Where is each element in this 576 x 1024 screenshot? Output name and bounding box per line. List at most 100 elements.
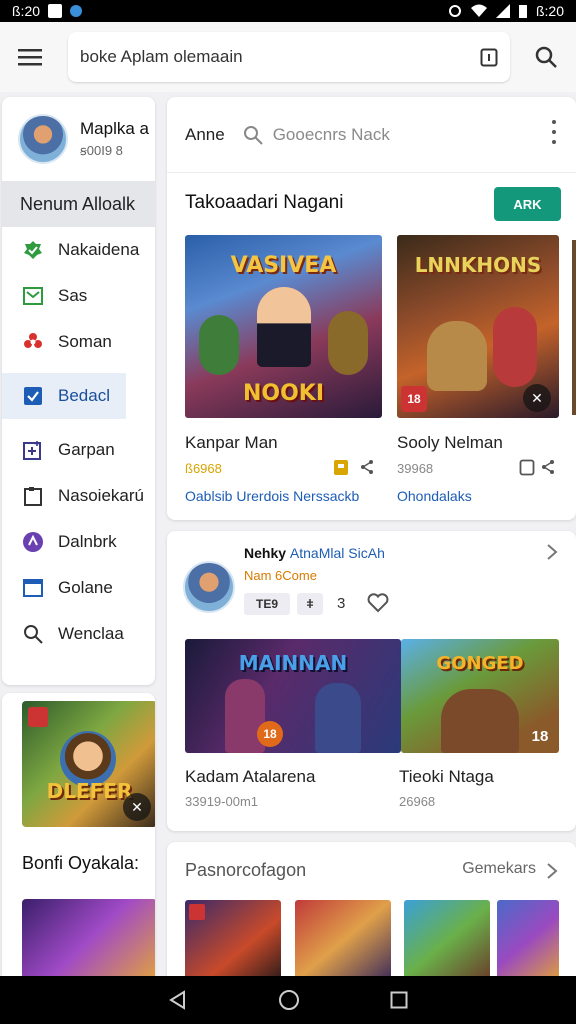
sidebar-item-label: Golane	[58, 578, 113, 597]
app-bar: boke Aplam olemaain	[0, 22, 576, 92]
game-logo: MAINNAN	[238, 651, 348, 675]
tag-chip[interactable]: ǂ	[297, 593, 323, 615]
close-icon[interactable]: ✕	[523, 384, 551, 412]
signal-icon	[495, 4, 510, 18]
chevron-right-icon[interactable]	[546, 543, 558, 561]
age-rating-badge: 18	[257, 721, 283, 747]
status-time: ß:20	[12, 3, 41, 19]
home-icon[interactable]	[278, 989, 300, 1011]
menu-button[interactable]	[0, 22, 60, 92]
game-thumbnail[interactable]: GONGED 18	[401, 639, 559, 753]
add-box-icon	[22, 439, 44, 461]
search-placeholder: Gooecnrs Nack	[272, 124, 390, 144]
system-navigation-bar	[0, 976, 576, 1024]
game-logo: VASIVEA	[230, 253, 337, 278]
sidebar-item-nakaidena[interactable]: Nakaidena	[2, 227, 155, 273]
see-more-link[interactable]: Gemekars	[462, 860, 536, 878]
more-games-card: Pasnorcofagon Gemekars	[167, 842, 576, 982]
game-meta: 33919-00m1	[185, 794, 258, 809]
action-button[interactable]: ARK	[494, 187, 561, 221]
notification-icon	[48, 4, 63, 18]
bookmark-icon[interactable]	[333, 458, 349, 476]
sidebar-item-label: Garpan	[58, 440, 115, 459]
character-art	[199, 315, 239, 375]
chevron-right-icon[interactable]	[546, 862, 558, 880]
sidebar-item-label: Nasoiekarú	[58, 486, 144, 505]
game-title[interactable]: Kanpar Man	[185, 433, 278, 453]
sidebar-item-sas[interactable]: Sas	[2, 273, 155, 319]
author-name: Nehky	[244, 545, 287, 561]
sidebar-item-label: Wenclaa	[58, 624, 124, 643]
game-thumbnail[interactable]	[295, 900, 391, 982]
game-thumbnail[interactable]	[404, 900, 490, 982]
clipboard-icon	[22, 485, 44, 507]
battery-icon	[518, 5, 527, 18]
clipboard-icon[interactable]	[480, 47, 498, 67]
tag-chip[interactable]: TE9	[244, 593, 290, 615]
bookmark-badge	[189, 904, 205, 920]
sidebar-item-garpan[interactable]: Garpan	[2, 427, 155, 473]
share-icon[interactable]	[360, 459, 374, 475]
game-tags[interactable]: Oablsib Urerdois Nerssackb	[185, 488, 359, 504]
badge-circle-icon	[22, 531, 44, 553]
game-thumbnail[interactable]: DLEFER ✕	[22, 701, 155, 827]
recents-icon[interactable]	[390, 991, 408, 1009]
sidebar-item-label: Sas	[58, 286, 88, 305]
character-art	[427, 321, 487, 391]
game-meta: ß6968	[185, 461, 222, 476]
character-art	[493, 307, 537, 387]
character-art	[441, 689, 519, 753]
sidebar-item-label: Nakaidena	[58, 240, 140, 259]
game-meta: 39968	[397, 461, 434, 476]
sidebar-item-bedacl[interactable]: Bedacl	[2, 373, 126, 419]
search-button[interactable]	[526, 37, 566, 77]
game-title[interactable]: Tieoki Ntaga	[399, 767, 494, 787]
sidebar-item-wenclaa[interactable]: Wenclaa	[2, 611, 155, 657]
sidebar-item-dalnbrk[interactable]: Dalnbrk	[2, 519, 155, 565]
search-icon	[243, 125, 263, 145]
card-toolbar: Anne Gooecnrs Nack	[167, 97, 576, 173]
heart-icon[interactable]	[367, 593, 389, 613]
sidebar-item-label: Bedacl	[58, 386, 110, 405]
post-author[interactable]: Nehky AtnaMlal SicAh	[244, 545, 385, 561]
game-thumbnail[interactable]	[185, 900, 281, 982]
section-heading: Takoaadari Nagani	[185, 192, 344, 213]
game-title[interactable]: Sooly Nelman	[397, 433, 503, 453]
section-title: Bonfi Oyakala:	[22, 853, 140, 873]
app-notification-icon	[70, 5, 83, 17]
game-thumbnail[interactable]	[497, 900, 559, 982]
more-options-icon[interactable]	[546, 117, 562, 147]
character-art	[257, 287, 311, 367]
game-thumbnail[interactable]	[22, 899, 155, 979]
card-search-field[interactable]: Gooecnrs Nack	[243, 125, 390, 145]
share-icon[interactable]	[541, 459, 555, 475]
bookmark-icon[interactable]	[519, 458, 535, 476]
game-logo: LNNKHONS	[414, 253, 542, 277]
game-thumbnail[interactable]: LNNKHONS 18 ✕	[397, 235, 559, 418]
game-title[interactable]: Kadam Atalarena	[185, 767, 315, 787]
post-subtitle: Nam 6Come	[244, 568, 317, 583]
age-rating-badge: 18	[531, 727, 549, 745]
sidebar-item-nasoiekaru[interactable]: Nasoiekarú	[2, 473, 155, 519]
check-badge-icon	[22, 239, 44, 261]
game-thumbnail[interactable]: VASIVEA NOOKI	[185, 235, 382, 418]
side-game-card[interactable]: DLEFER ✕ Bonfi Oyakala:	[2, 693, 155, 983]
bookmark-badge	[28, 707, 48, 727]
back-icon[interactable]	[168, 990, 188, 1010]
age-rating-badge: 18	[401, 386, 427, 412]
sidebar-item-soman[interactable]: Soman	[2, 319, 155, 365]
avatar[interactable]	[183, 561, 235, 613]
profile-name: Maplka a	[80, 119, 149, 138]
search-input[interactable]: boke Aplam olemaain	[68, 32, 510, 82]
share-icon[interactable]: ✕	[123, 793, 151, 821]
status-bar: ß:20 ß:20	[0, 0, 576, 22]
next-card-peek	[572, 240, 576, 415]
alarm-icon	[448, 5, 461, 17]
game-thumbnail[interactable]: MAINNAN 18	[185, 639, 401, 753]
feed-post-card: Nehky AtnaMlal SicAh Nam 6Come TE9 ǂ 3 M…	[167, 531, 576, 831]
game-title-art: NOOKI	[242, 381, 325, 406]
game-tags[interactable]: Ohondalaks	[397, 488, 472, 504]
mail-icon	[22, 285, 44, 307]
sidebar-item-golane[interactable]: Golane	[2, 565, 155, 611]
profile-header[interactable]: Maplka a ꞩ00I9 8	[2, 97, 155, 181]
